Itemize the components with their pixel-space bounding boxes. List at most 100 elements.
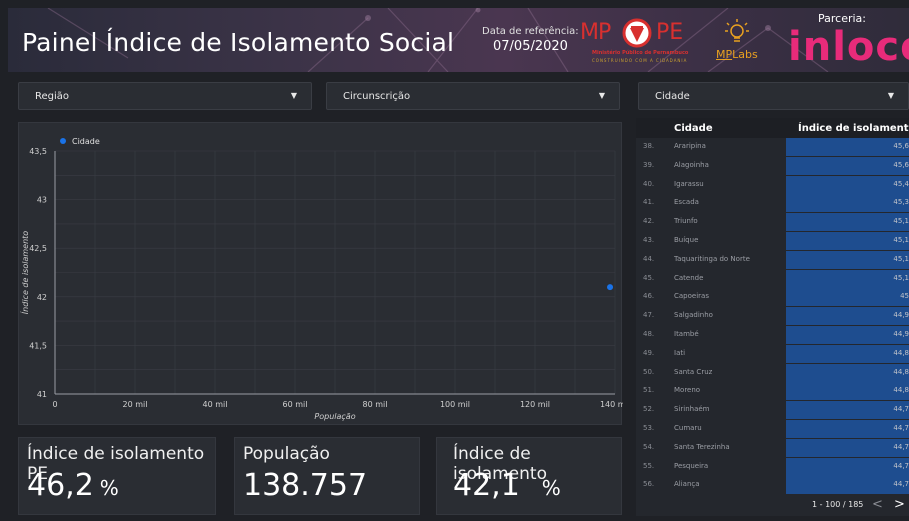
- mppe-logo-tagline: CONSTRUINDO COM A CIDADANIA: [592, 58, 688, 63]
- row-value-bar: 44,7: [786, 438, 909, 457]
- lightbulb-icon: [725, 19, 749, 42]
- row-value: 45,3: [893, 198, 909, 207]
- kpi-unit: %: [99, 476, 119, 500]
- chevron-left-icon[interactable]: <: [872, 497, 883, 512]
- column-header-indice-label: Índice de isolamento: [798, 123, 909, 134]
- row-value-bar: 45: [786, 288, 909, 307]
- row-value-bar: 44,7: [786, 476, 909, 495]
- kpi-number: 46,2: [27, 468, 94, 503]
- x-tick-label: 120 mil: [520, 400, 550, 409]
- table-row[interactable]: 56. Aliança 44,7: [636, 476, 909, 495]
- row-value: 44,9: [893, 330, 909, 338]
- row-number: 50.: [643, 367, 655, 376]
- row-value-bar: 45,1: [786, 269, 909, 288]
- row-value: 44,7: [893, 480, 909, 489]
- mppe-logo-mp-text: MP: [580, 20, 611, 45]
- mppe-logo-pe-text: PE: [656, 20, 684, 45]
- x-tick-label: 40 mil: [203, 400, 228, 409]
- table-row[interactable]: 40. Igarassu 45,4: [636, 175, 909, 194]
- data-point: [607, 284, 614, 291]
- column-header-cidade[interactable]: Cidade: [674, 123, 713, 134]
- x-tick-label: 20 mil: [123, 400, 148, 409]
- row-city: Triunfo: [674, 217, 698, 226]
- table-row[interactable]: 53. Cumaru 44,7: [636, 420, 909, 438]
- kpi-number: 42,1: [453, 468, 520, 503]
- column-header-indice[interactable]: Índice de isolamento ▼: [798, 123, 909, 134]
- row-city: Sirinhaém: [674, 405, 710, 414]
- row-number: 41.: [643, 198, 655, 207]
- row-city: Taquaritinga do Norte: [674, 254, 750, 263]
- row-number: 40.: [643, 179, 655, 188]
- row-value: 44,7: [893, 461, 909, 470]
- page-title: Painel Índice de Isolamento Social: [22, 28, 455, 57]
- row-value: 45,1: [893, 236, 909, 244]
- row-number: 43.: [643, 236, 655, 244]
- kpi-value: 42,1%: [453, 468, 561, 503]
- table-row[interactable]: 52. Sirinhaém 44,7: [636, 401, 909, 420]
- row-city: Salgadinho: [674, 311, 713, 320]
- table-row[interactable]: 39. Alagoinha 45,6: [636, 156, 909, 175]
- table-row[interactable]: 50. Santa Cruz 44,8: [636, 363, 909, 382]
- filter-cidade[interactable]: Cidade ▼: [638, 82, 909, 110]
- scatter-chart: 0 20 mil 40 mil 60 mil 80 mil 100 mil 120 mil 1…: [19, 137, 623, 421]
- pagination-range: 1 - 100 / 185: [812, 500, 864, 509]
- table-row[interactable]: 54. Santa Terezinha 44,7: [636, 438, 909, 457]
- row-value-bar: 44,9: [786, 307, 909, 326]
- row-number: 47.: [643, 311, 655, 320]
- row-value: 45,1: [893, 254, 909, 263]
- row-value-bar: 45,1: [786, 250, 909, 269]
- row-value: 44,7: [893, 405, 909, 414]
- table-row[interactable]: 42. Triunfo 45,1: [636, 213, 909, 232]
- filter-circunscricao-label: Circunscrição: [343, 91, 411, 102]
- row-city: Iati: [674, 348, 686, 357]
- row-city: Araripina: [674, 142, 706, 150]
- inloco-logo: inloco: [788, 24, 909, 70]
- y-axis-label: Índice de isolamento: [19, 231, 30, 314]
- table-row[interactable]: 48. Itambé 44,9: [636, 326, 909, 344]
- filter-circunscricao[interactable]: Circunscrição ▼: [326, 82, 620, 110]
- filter-regiao[interactable]: Região ▼: [18, 82, 312, 110]
- y-tick-label: 42: [37, 293, 47, 302]
- row-city: Alagoinha: [674, 160, 709, 169]
- y-tick-label: 41,5: [29, 341, 47, 350]
- filter-regiao-label: Região: [35, 91, 70, 102]
- table-row[interactable]: 51. Moreno 44,8: [636, 382, 909, 401]
- x-axis-label: População: [314, 412, 355, 421]
- row-number: 55.: [643, 461, 655, 470]
- kpi-value: 138.757: [243, 468, 367, 503]
- row-value-bar: 44,7: [786, 401, 909, 420]
- header-banner: Painel Índice de Isolamento Social Data …: [8, 8, 909, 72]
- row-city: Cumaru: [674, 424, 702, 432]
- table-row[interactable]: 41. Escada 45,3: [636, 194, 909, 213]
- table-row[interactable]: 47. Salgadinho 44,9: [636, 307, 909, 326]
- reference-date-label: Data de referência:: [482, 26, 579, 37]
- row-value: 45,4: [893, 179, 909, 188]
- scatter-chart-card: 0 20 mil 40 mil 60 mil 80 mil 100 mil 120 mil 1…: [18, 122, 623, 425]
- table-row[interactable]: 45. Catende 45,1: [636, 269, 909, 288]
- table-row[interactable]: 55. Pesqueira 44,7: [636, 457, 909, 476]
- x-tick-label: 0: [52, 400, 57, 409]
- table-row[interactable]: 49. Iati 44,8: [636, 344, 909, 363]
- table-row[interactable]: 38. Araripina 45,6: [636, 138, 909, 156]
- table-row[interactable]: 43. Buíque 45,1: [636, 232, 909, 250]
- y-tick-label: 41: [37, 390, 47, 399]
- row-city: Catende: [674, 273, 704, 282]
- row-value: 44,8: [893, 386, 909, 395]
- x-tick-label: 60 mil: [283, 400, 308, 409]
- row-value-bar: 45,3: [786, 194, 909, 213]
- chevron-right-icon[interactable]: >: [894, 497, 905, 512]
- row-value-bar: 44,8: [786, 344, 909, 363]
- row-value-bar: 44,7: [786, 457, 909, 476]
- reference-date-value: 07/05/2020: [493, 39, 568, 54]
- row-value: 45,1: [893, 273, 909, 282]
- row-number: 49.: [643, 348, 655, 357]
- mplabs-logo: MPLabs: [708, 18, 768, 66]
- row-value-bar: 44,8: [786, 382, 909, 401]
- table-row[interactable]: 44. Taquaritinga do Norte 45,1: [636, 250, 909, 269]
- chevron-down-icon: ▼: [598, 91, 605, 100]
- table-row[interactable]: 46. Capoeiras 45: [636, 288, 909, 307]
- kpi-card-isolamento-pe: Índice de isolamento PE 46,2%: [18, 437, 216, 515]
- ranking-table: Cidade Índice de isolamento ▼ 38. Araripi…: [636, 118, 909, 516]
- x-tick-label: 140 mil: [600, 400, 623, 409]
- row-value: 44,7: [893, 442, 909, 451]
